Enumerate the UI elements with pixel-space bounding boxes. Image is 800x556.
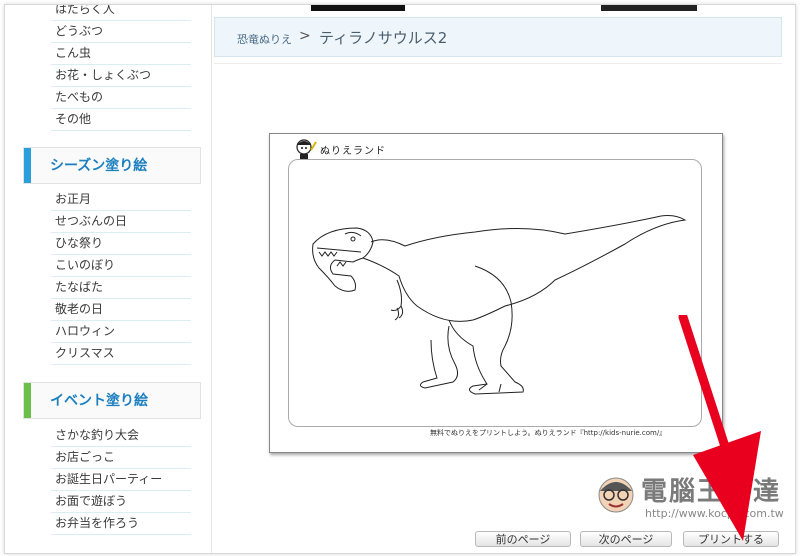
sidebar-item-oshogatsu[interactable]: お正月 [51,189,191,211]
coloring-sheet-image[interactable]: ぬりえランド 無料でぬりえをプリントしよう。ぬりえランド『http://kids… [269,133,723,453]
breadcrumb: 恐竜ぬりえ > ティラノサウルス2 [214,17,782,57]
event-accent-bar [24,383,31,418]
next-page-button[interactable]: 次のページ [580,531,672,547]
page-title: ティラノサウルス2 [319,29,448,47]
sidebar-item-konchu[interactable]: こん虫 [51,43,191,65]
sheet-brand-label: ぬりえランド [320,146,386,157]
sidebar-item-sonota[interactable]: その他 [51,109,191,131]
divider [214,63,782,64]
season-accent-bar [24,148,31,183]
tyrannosaurus-drawing [312,215,687,395]
category-list: はたらく人 どうぶつ こん虫 お花・しょくぶつ たべもの その他 [51,5,191,131]
season-heading: シーズン塗り絵 [23,147,201,184]
sidebar-item-shop[interactable]: お店ごっこ [51,447,191,469]
sidebar-item-bento[interactable]: お弁当を作ろう [51,513,191,535]
sidebar-item-hinamatsuri[interactable]: ひな祭り [51,233,191,255]
sidebar-item-halloween[interactable]: ハロウィン [51,321,191,343]
event-heading: イベント塗り絵 [23,382,201,419]
sidebar-item-hatarakuhito[interactable]: はたらく人 [51,5,191,21]
prev-page-button[interactable]: 前のページ [475,531,571,547]
event-list: さかな釣り大会 お店ごっこ お誕生日パーティー お面で遊ぼう お弁当を作ろう [51,425,191,535]
mascot-icon [296,139,317,159]
top-nav-strip [211,5,795,15]
sidebar-item-christmas[interactable]: クリスマス [51,343,191,365]
sidebar-item-ohana[interactable]: お花・しょくぶつ [51,65,191,87]
sidebar-item-setsubun[interactable]: せつぶんの日 [51,211,191,233]
sidebar-item-birthday[interactable]: お誕生日パーティー [51,469,191,491]
sidebar-item-fishing[interactable]: さかな釣り大会 [51,425,191,447]
arrow-icon [678,315,761,541]
mascot-face-icon [598,477,634,513]
top-nav-tab[interactable] [311,5,405,11]
sidebar: はたらく人 どうぶつ こん虫 お花・しょくぶつ たべもの その他 シーズン塗り絵… [5,5,210,553]
sidebar-item-tanabata[interactable]: たなばた [51,277,191,299]
sidebar-item-keirou[interactable]: 敬老の日 [51,299,191,321]
breadcrumb-separator: > [299,28,311,44]
event-heading-label: イベント塗り絵 [50,393,148,409]
sheet-footer-text: 無料でぬりえをプリントしよう。ぬりえランド『http://kids-nurie.… [430,429,667,437]
sidebar-item-doubutsu[interactable]: どうぶつ [51,21,191,43]
sidebar-item-koinobori[interactable]: こいのぼり [51,255,191,277]
main-divider [211,5,212,553]
sidebar-item-tabemono[interactable]: たべもの [51,87,191,109]
top-nav-tab[interactable] [601,5,697,11]
sidebar-item-mask[interactable]: お面で遊ぼう [51,491,191,513]
breadcrumb-parent-link[interactable]: 恐竜ぬりえ [237,31,292,47]
season-heading-label: シーズン塗り絵 [50,158,148,174]
browser-frame: はたらく人 どうぶつ こん虫 お花・しょくぶつ たべもの その他 シーズン塗り絵… [4,4,796,554]
season-list: お正月 せつぶんの日 ひな祭り こいのぼり たなばた 敬老の日 ハロウィン クリ… [51,189,191,365]
